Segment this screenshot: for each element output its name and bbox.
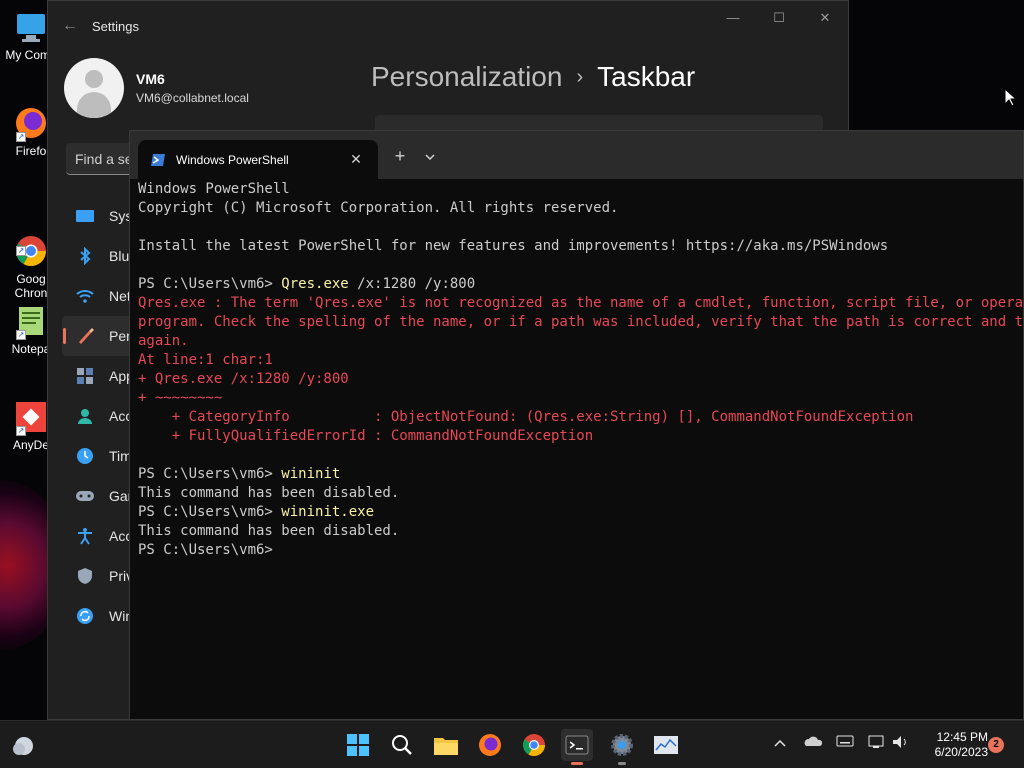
time-icon: [75, 446, 95, 466]
notification-badge[interactable]: 2: [988, 737, 1004, 753]
settings-title: Settings: [92, 18, 139, 34]
start-icon[interactable]: [342, 729, 374, 761]
desktop-icon-label: Goog Chron: [14, 272, 48, 300]
firefox-icon[interactable]: [474, 729, 506, 761]
output-line: This command has been disabled.: [138, 523, 400, 539]
desktop-icon-label: Firefo: [15, 144, 47, 158]
taskbar-clock[interactable]: 12:45 PM 6/20/2023: [918, 730, 988, 760]
chrome-icon[interactable]: [518, 729, 550, 761]
powershell-icon: [150, 153, 166, 167]
error-line: At line:1 char:1: [138, 352, 273, 368]
gaming-icon: [75, 486, 95, 506]
error-line: Qres.exe : The term 'Qres.exe' is not re…: [138, 295, 1024, 311]
close-tab-icon[interactable]: ✕: [346, 151, 366, 168]
terminal-output[interactable]: Windows PowerShell Copyright (C) Microsof…: [138, 180, 1023, 560]
close-icon[interactable]: ✕: [802, 9, 848, 27]
settings-titlebar[interactable]: ← Settings — ☐ ✕: [48, 1, 848, 51]
prompt-line: PS C:\Users\vm6>: [138, 541, 1023, 560]
back-arrow-icon[interactable]: ←: [48, 17, 92, 35]
output-line: Copyright (C) Microsoft Corporation. All…: [138, 200, 619, 216]
terminal-tabstrip[interactable]: Windows PowerShell ✕ +: [130, 131, 1023, 179]
clock-time: 12:45 PM: [936, 730, 988, 744]
wifi-icon: [75, 286, 95, 306]
chevron-up-icon[interactable]: [774, 735, 786, 750]
command-args: /x:1280 /y:800: [348, 276, 476, 292]
error-line: + CategoryInfo : ObjectNotFound: (Qres.e…: [138, 409, 914, 425]
chrome-icon: ↗: [14, 220, 48, 267]
onedrive-icon[interactable]: [804, 735, 823, 750]
command-text: wininit.exe: [281, 504, 375, 520]
output-line: Windows PowerShell: [138, 181, 290, 197]
output-line: Install the latest PowerShell for new fe…: [138, 238, 889, 254]
shortcut-arrow-icon: ↗: [16, 426, 26, 436]
prompt-line: PS C:\Users\vm6> wininit.exe: [138, 503, 1023, 522]
output-line: This command has been disabled.: [138, 485, 400, 501]
monitor-icon: [14, 10, 48, 44]
taskbar: 12:45 PM 6/20/2023 2: [0, 720, 1024, 768]
terminal-tab-title: Windows PowerShell: [176, 152, 289, 167]
breadcrumb-parent[interactable]: Personalization: [371, 61, 562, 93]
settings-icon[interactable]: [606, 729, 638, 765]
shortcut-arrow-icon: ↗: [16, 246, 26, 256]
prompt-text: PS C:\Users\vm6>: [138, 504, 282, 520]
shortcut-arrow-icon: ↗: [16, 132, 26, 142]
user-name: VM6: [136, 71, 165, 87]
keyboard-icon[interactable]: [836, 735, 854, 750]
prompt-text: PS C:\Users\vm6>: [138, 542, 282, 558]
maximize-icon[interactable]: ☐: [756, 9, 802, 27]
desktop-icon-label: AnyDe: [12, 438, 50, 452]
new-tab-button[interactable]: +: [388, 145, 412, 167]
update-icon: [75, 606, 95, 626]
terminal-icon[interactable]: [561, 729, 593, 765]
desktop-icon-label: Notepa: [11, 342, 51, 356]
weather-widget[interactable]: [8, 729, 40, 761]
error-line: + Qres.exe /x:1280 /y:800: [138, 371, 349, 387]
user-email: VM6@collabnet.local: [136, 91, 249, 105]
minimize-icon[interactable]: —: [710, 9, 756, 27]
terminal-window: Windows PowerShell ✕ + Windows PowerShel…: [129, 130, 1024, 720]
system-icon: [75, 206, 95, 226]
terminal-tab[interactable]: Windows PowerShell ✕: [138, 140, 378, 179]
bluetooth-icon: [75, 246, 95, 266]
accessibility-icon: [75, 526, 95, 546]
prompt-line: PS C:\Users\vm6> wininit: [138, 465, 1023, 484]
chevron-down-icon[interactable]: [418, 145, 442, 167]
notepad-icon: ↗: [14, 304, 48, 340]
anydesk-icon: ↗: [14, 400, 48, 436]
shield-icon: [75, 566, 95, 586]
error-line: program. Check the spelling of the name,…: [138, 314, 1024, 330]
firefox-icon: ↗: [14, 106, 48, 142]
prompt-text: PS C:\Users\vm6>: [138, 276, 282, 292]
command-text: wininit: [281, 466, 341, 482]
accounts-icon: [75, 406, 95, 426]
breadcrumb-separator: ›: [576, 65, 584, 88]
page-title: Taskbar: [597, 61, 696, 92]
command-text: Qres.exe: [281, 276, 349, 292]
error-line: + ~~~~~~~~: [138, 390, 223, 406]
shortcut-arrow-icon: ↗: [16, 330, 26, 340]
prompt-text: PS C:\Users\vm6>: [138, 466, 282, 482]
apps-icon: [75, 366, 95, 386]
prompt-line: PS C:\Users\vm6> Qres.exe /x:1280 /y:800: [138, 275, 1023, 294]
avatar: [64, 58, 124, 118]
file-explorer-icon[interactable]: [430, 729, 462, 761]
user-profile[interactable]: VM6 VM6@collabnet.local: [64, 58, 249, 118]
breadcrumb: Personalization › Taskbar: [371, 61, 695, 93]
brush-icon: [75, 326, 95, 346]
volume-icon[interactable]: [892, 735, 910, 752]
error-line: again.: [138, 333, 189, 349]
error-line: + FullyQualifiedErrorId : CommandNotFoun…: [138, 428, 594, 444]
clock-date: 6/20/2023: [934, 745, 988, 759]
search-icon[interactable]: [386, 729, 418, 761]
network-icon[interactable]: [868, 735, 886, 752]
task-manager-icon[interactable]: [650, 729, 682, 761]
